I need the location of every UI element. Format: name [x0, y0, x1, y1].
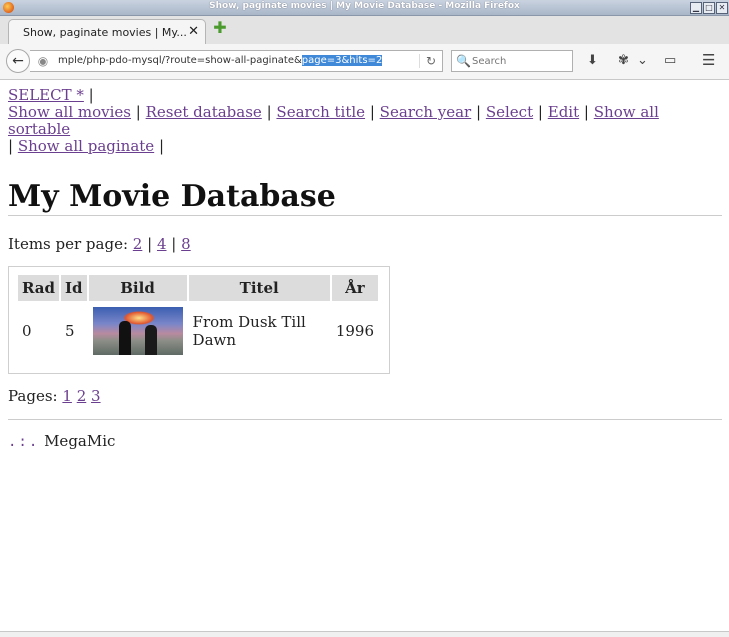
- page-link-3[interactable]: 3: [91, 387, 101, 405]
- cell-ar: 1996: [335, 322, 374, 340]
- window-title: Show, paginate movies | My Movie Databas…: [209, 1, 520, 11]
- page-content: SELECT * | Show all movies | Reset datab…: [8, 87, 722, 450]
- search-input[interactable]: [472, 54, 567, 68]
- pagination: Pages: 1 2 3: [8, 387, 722, 405]
- thumbnail-figure: [144, 325, 157, 355]
- window-titlebar: Show, paginate movies | My Movie Databas…: [0, 0, 729, 16]
- footer-dots: .:.: [8, 434, 40, 450]
- cell-bild: [89, 301, 187, 361]
- footer: .:. MegaMic: [8, 432, 722, 450]
- header-bild: Bild: [88, 275, 187, 301]
- cell-titel: From Dusk Till Dawn: [192, 313, 306, 349]
- chevron-down-icon[interactable]: ⌄: [637, 53, 648, 68]
- footer-text: MegaMic: [44, 432, 116, 450]
- pages-label: Pages:: [8, 387, 58, 405]
- nav-link-reset-database[interactable]: Reset database: [146, 103, 262, 121]
- per-page-option-8[interactable]: 8: [181, 235, 191, 253]
- page-link-2[interactable]: 2: [77, 387, 87, 405]
- movie-table: Rad Id Bild Titel År 0 5 From Dusk Till …: [16, 275, 380, 361]
- nav-link-search-title[interactable]: Search title: [276, 103, 365, 121]
- nav-link-show-all-movies[interactable]: Show all movies: [8, 103, 131, 121]
- close-tab-icon[interactable]: ✕: [188, 24, 199, 39]
- nav-separator: |: [583, 103, 589, 121]
- url-bar[interactable]: ◉ mple/php-pdo-mysql/?route=show-all-pag…: [30, 50, 443, 72]
- maximize-button[interactable]: □: [703, 2, 715, 14]
- header-titel: Titel: [188, 275, 330, 301]
- footer-divider: [8, 419, 722, 420]
- per-page-separator: |: [147, 235, 153, 253]
- search-box[interactable]: 🔍: [451, 50, 573, 72]
- nav-link-edit[interactable]: Edit: [548, 103, 579, 121]
- thumbnail-figure: [118, 321, 131, 355]
- cell-rad: 0: [22, 322, 32, 340]
- browser-tab[interactable]: Show, paginate movies | My... ✕: [8, 19, 206, 46]
- globe-icon[interactable]: ◉: [36, 54, 50, 68]
- navigation-toolbar: ← ◉ mple/php-pdo-mysql/?route=show-all-p…: [0, 44, 729, 80]
- table-row: 0 5 From Dusk Till Dawn 1996: [18, 301, 378, 361]
- movie-thumbnail: [92, 307, 183, 355]
- reload-icon[interactable]: ↻: [418, 54, 436, 68]
- new-tab-icon[interactable]: ✚: [213, 20, 227, 36]
- nav-separator: |: [266, 103, 272, 121]
- site-navigation: SELECT * | Show all movies | Reset datab…: [8, 87, 722, 155]
- nav-separator: |: [537, 103, 543, 121]
- nav-link-show-all-paginate[interactable]: Show all paginate: [18, 137, 154, 155]
- url-text[interactable]: mple/php-pdo-mysql/?route=show-all-pagin…: [58, 55, 383, 66]
- per-page-separator: |: [171, 235, 177, 253]
- page-link-1[interactable]: 1: [62, 387, 72, 405]
- per-page-option-4[interactable]: 4: [157, 235, 167, 253]
- url-selected-text: page=3&hits=2: [301, 55, 383, 66]
- back-button[interactable]: ←: [6, 49, 30, 73]
- nav-separator: |: [476, 103, 482, 121]
- search-icon: 🔍: [456, 54, 471, 68]
- page-title: My Movie Database: [8, 180, 722, 216]
- url-plain-text: mple/php-pdo-mysql/?route=show-all-pagin…: [58, 55, 302, 66]
- close-window-button[interactable]: ✕: [716, 2, 728, 14]
- movie-table-container: Rad Id Bild Titel År 0 5 From Dusk Till …: [8, 266, 390, 374]
- nav-separator: |: [369, 103, 375, 121]
- table-header-row: Rad Id Bild Titel År: [18, 275, 378, 301]
- screen-icon[interactable]: ▭: [664, 53, 676, 68]
- nav-separator: |: [88, 86, 94, 104]
- minimize-button[interactable]: ▁: [690, 2, 702, 14]
- nav-link-select[interactable]: SELECT *: [8, 86, 84, 104]
- plugin-icon[interactable]: ✾: [618, 53, 629, 68]
- items-per-page-label: Items per page:: [8, 235, 129, 253]
- menu-icon[interactable]: ☰: [702, 51, 715, 69]
- header-ar: År: [331, 275, 378, 301]
- nav-separator: |: [135, 103, 141, 121]
- items-per-page: Items per page: 2 | 4 | 8: [8, 235, 722, 253]
- cell-id: 5: [65, 322, 75, 340]
- tab-title: Show, paginate movies | My...: [23, 26, 187, 39]
- nav-link-search-year[interactable]: Search year: [380, 103, 472, 121]
- download-icon[interactable]: ⬇: [587, 53, 598, 68]
- nav-separator: |: [8, 137, 14, 155]
- bottom-edge: [0, 631, 729, 637]
- nav-link-select-movie[interactable]: Select: [486, 103, 533, 121]
- nav-separator: |: [158, 137, 165, 155]
- tab-strip: Show, paginate movies | My... ✕ ✚: [0, 16, 729, 46]
- header-id: Id: [61, 275, 87, 301]
- per-page-option-2[interactable]: 2: [133, 235, 143, 253]
- header-rad: Rad: [18, 275, 60, 301]
